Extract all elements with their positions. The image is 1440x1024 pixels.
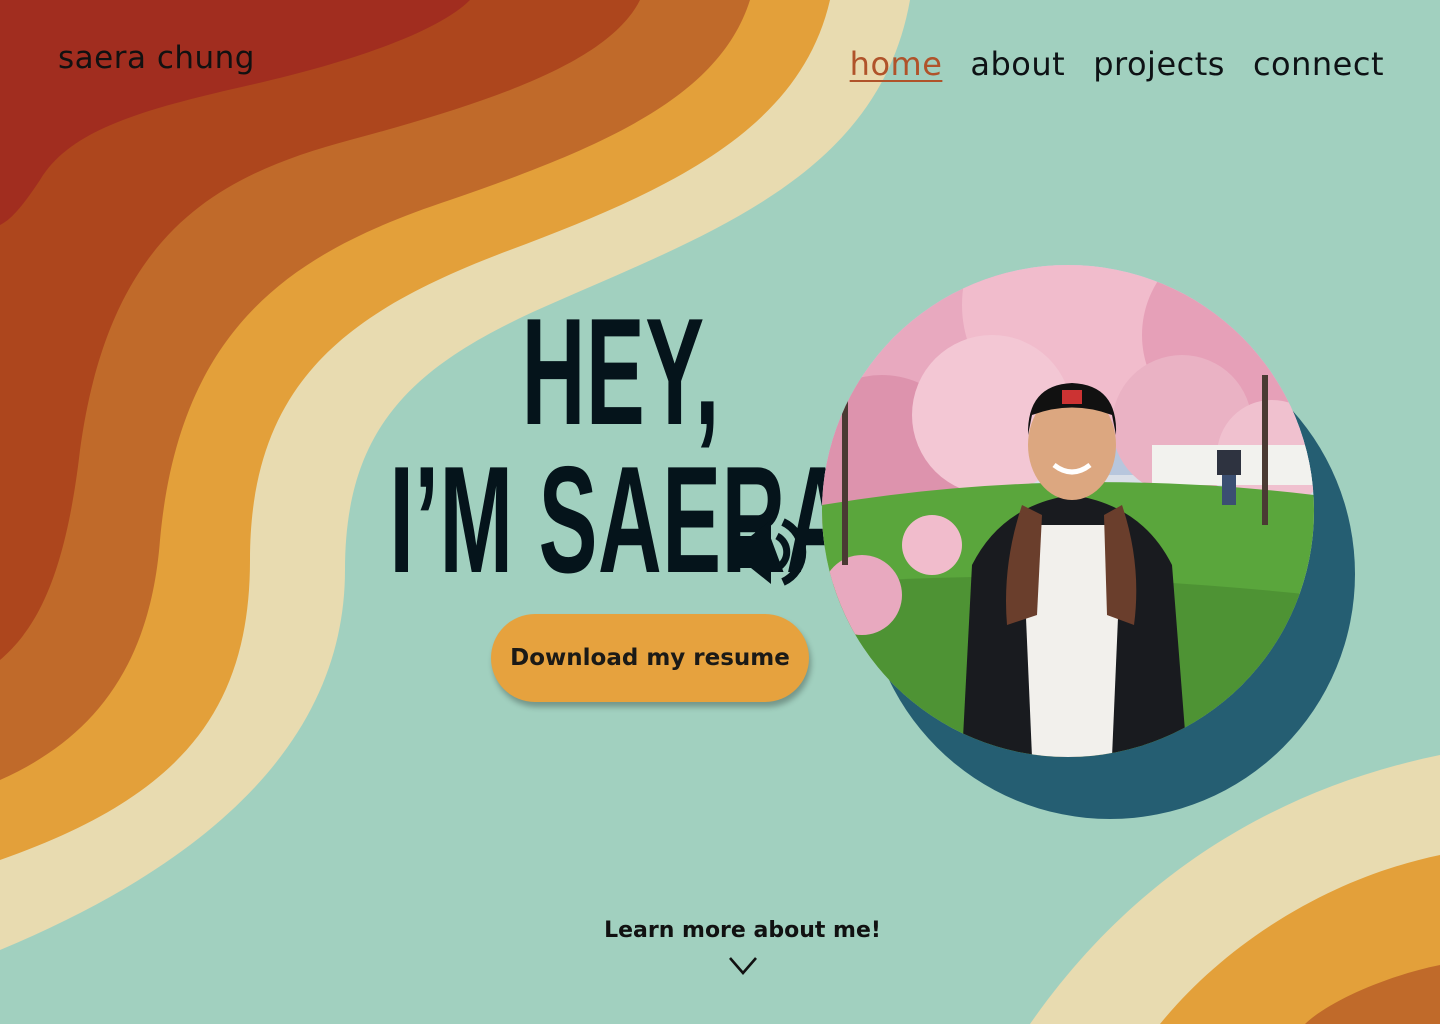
speaker-volume-icon[interactable] bbox=[733, 514, 809, 590]
hero-title: HEY, I’M SAERA! bbox=[150, 287, 881, 605]
hero-line-name: I’M SAERA! bbox=[389, 435, 881, 605]
nav-projects[interactable]: projects bbox=[1093, 45, 1225, 83]
learn-more-link[interactable]: Learn more about me! bbox=[560, 918, 925, 943]
download-resume-button[interactable]: Download my resume bbox=[491, 614, 809, 702]
nav-about[interactable]: about bbox=[970, 45, 1065, 83]
main-nav: home about projects connect bbox=[850, 45, 1384, 83]
nav-home[interactable]: home bbox=[850, 45, 943, 83]
profile-photo bbox=[822, 265, 1314, 757]
chevron-down-icon[interactable] bbox=[727, 953, 759, 979]
site-name[interactable]: saera chung bbox=[58, 40, 255, 76]
hero-line-greeting: HEY, bbox=[521, 287, 720, 457]
nav-connect[interactable]: connect bbox=[1253, 45, 1384, 83]
